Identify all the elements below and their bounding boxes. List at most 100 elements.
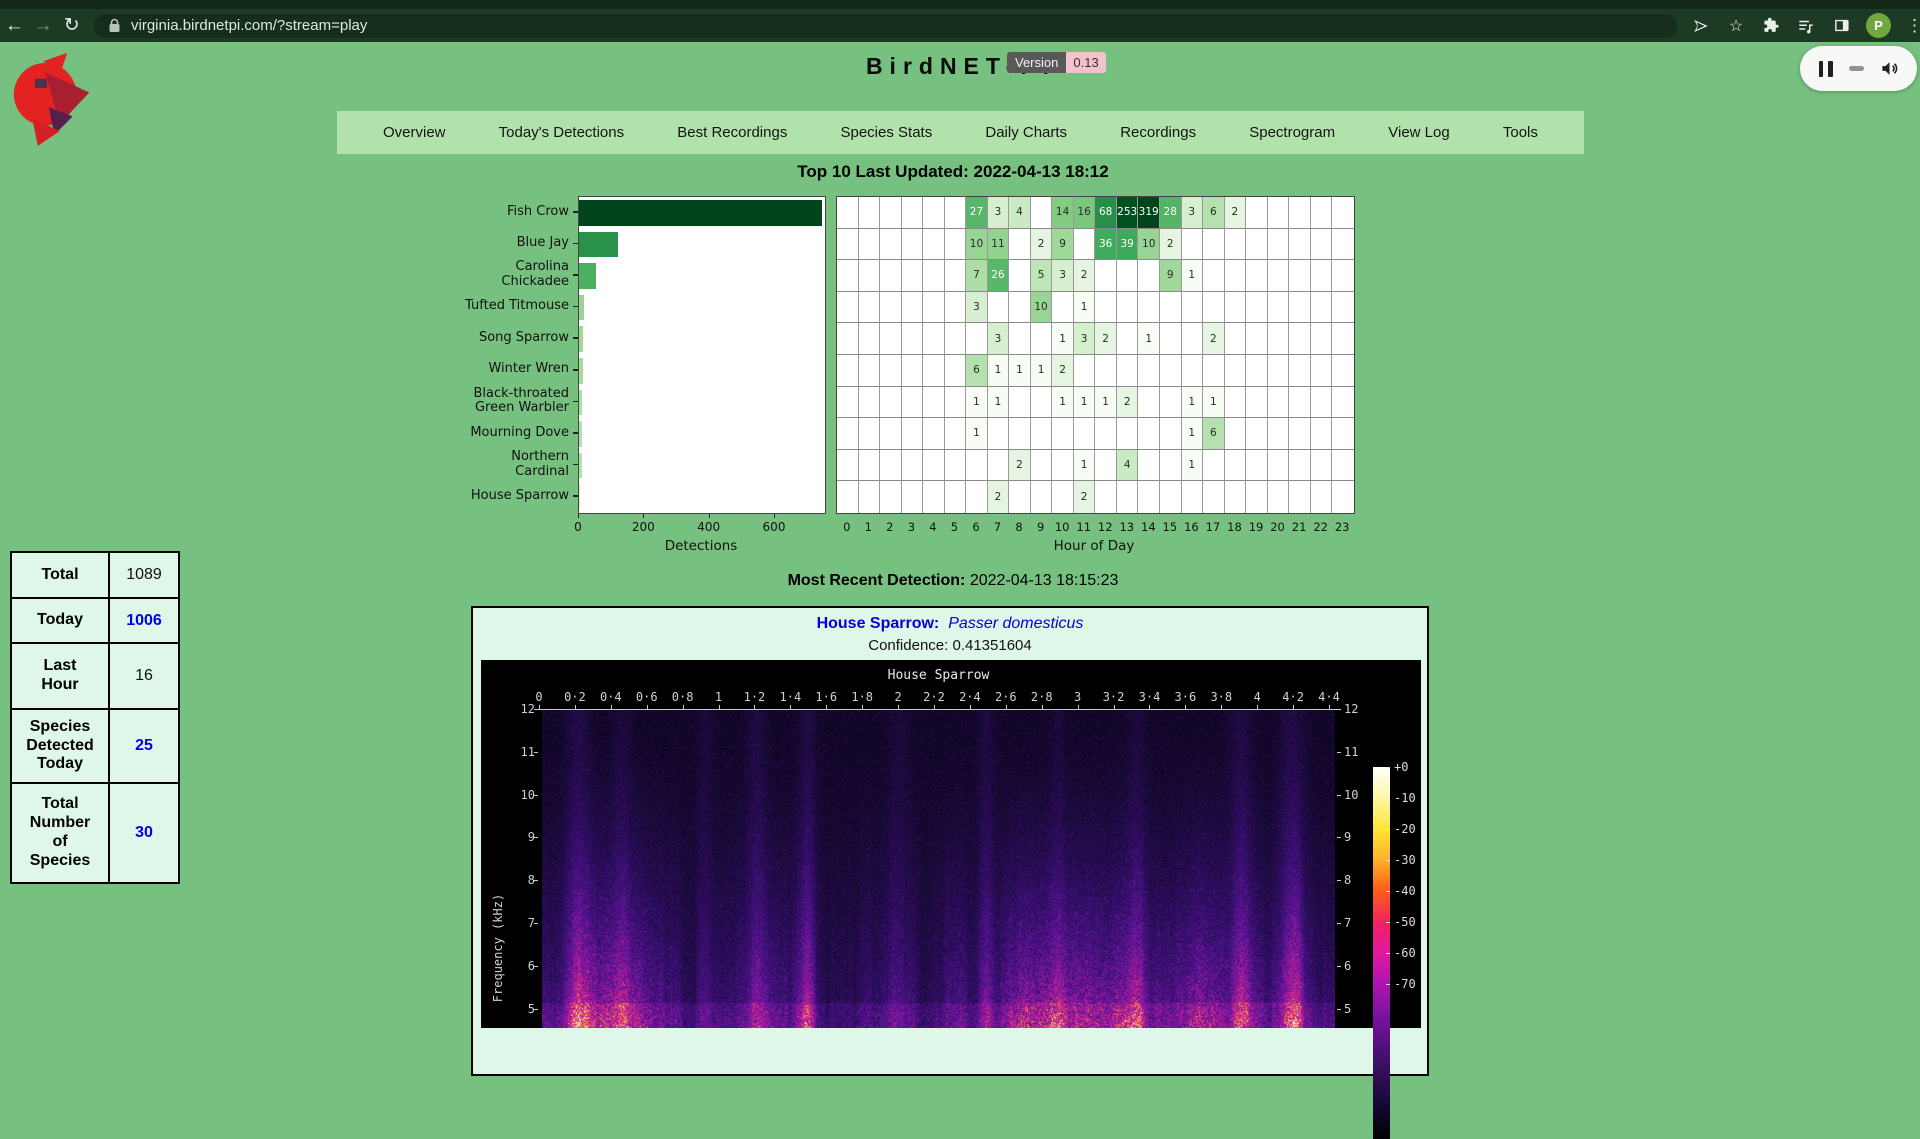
axis-tick	[1337, 1009, 1341, 1010]
heat-cell	[1009, 229, 1031, 260]
heat-cell	[1311, 260, 1333, 291]
nav-item-view-log[interactable]: View Log	[1388, 124, 1449, 141]
hour-axis-tick-label: 13	[1119, 520, 1134, 534]
axis-tick	[1337, 880, 1341, 881]
heat-cell	[1289, 323, 1311, 354]
nav-item-spectrogram[interactable]: Spectrogram	[1249, 124, 1335, 141]
heat-cell	[1268, 481, 1290, 513]
most-recent-label: Most Recent Detection:	[788, 572, 966, 589]
url-text: virginia.birdnetpi.com/?stream=play	[131, 17, 367, 34]
heat-cell	[837, 450, 859, 481]
heat-cell	[1311, 450, 1333, 481]
nav-item-species-stats[interactable]: Species Stats	[840, 124, 932, 141]
heat-cell: 27	[966, 197, 988, 228]
heat-cell	[1052, 481, 1074, 513]
time-tick-label: 2·2	[923, 690, 945, 704]
heat-cell	[1009, 323, 1031, 354]
heat-cell: 3	[966, 292, 988, 323]
heat-cell	[859, 323, 881, 354]
reload-button[interactable]: ↻	[57, 16, 86, 35]
stats-value[interactable]: 30	[109, 783, 179, 883]
db-tick-label: -70	[1394, 977, 1416, 991]
nav-item-recordings[interactable]: Recordings	[1120, 124, 1196, 141]
heat-cell	[923, 418, 945, 449]
heat-cell	[1009, 387, 1031, 418]
heat-cell	[880, 229, 902, 260]
heat-cell	[1160, 481, 1182, 513]
heat-cell	[1052, 292, 1074, 323]
send-icon[interactable]	[1691, 16, 1711, 36]
lock-icon	[108, 18, 121, 33]
spectrogram-image	[542, 710, 1335, 1028]
nav-item-daily-charts[interactable]: Daily Charts	[985, 124, 1067, 141]
detection-common-name[interactable]: House Sparrow:	[817, 615, 940, 632]
browser-chrome: ← → ↻ virginia.birdnetpi.com/?stream=pla…	[0, 0, 1920, 42]
heat-cell	[902, 481, 924, 513]
profile-avatar[interactable]: P	[1866, 13, 1891, 38]
chart-bar-plot	[578, 196, 826, 514]
heat-cell	[1246, 197, 1268, 228]
heat-cell: 2	[1117, 387, 1139, 418]
axis-tick	[534, 966, 538, 967]
nav-item-overview[interactable]: Overview	[383, 124, 446, 141]
nav-item-today-s-detections[interactable]: Today's Detections	[499, 124, 624, 141]
heat-cell	[1268, 197, 1290, 228]
heat-cell	[1031, 197, 1053, 228]
heat-cell	[966, 481, 988, 513]
heat-cell	[966, 323, 988, 354]
stats-value[interactable]: 25	[109, 709, 179, 783]
heat-cell	[902, 323, 924, 354]
bookmark-star-icon[interactable]: ☆	[1726, 16, 1746, 36]
hour-axis-tick-label: 12	[1098, 520, 1113, 534]
axis-tick	[1386, 860, 1390, 861]
browser-menu-icon[interactable]: ⋮	[1906, 16, 1920, 36]
heat-cell	[880, 197, 902, 228]
stats-value[interactable]: 1006	[109, 598, 179, 643]
heat-cell	[945, 355, 967, 386]
heat-cell	[1246, 323, 1268, 354]
heat-cell	[1332, 323, 1354, 354]
heat-cell: 253	[1117, 197, 1139, 228]
heat-cell	[988, 292, 1010, 323]
heat-cell	[1138, 481, 1160, 513]
media-controls-icon[interactable]	[1796, 16, 1816, 36]
heat-cell	[1160, 323, 1182, 354]
stats-row: Species Detected Today25	[11, 709, 179, 783]
heat-cell	[1052, 450, 1074, 481]
seek-handle[interactable]	[1849, 66, 1864, 71]
axis-tick	[1386, 798, 1390, 799]
heat-cell	[1160, 355, 1182, 386]
detection-header: House Sparrow: Passer domesticus	[473, 615, 1427, 633]
nav-item-tools[interactable]: Tools	[1503, 124, 1538, 141]
volume-icon[interactable]	[1880, 59, 1899, 78]
heat-cell	[1289, 418, 1311, 449]
pause-button[interactable]	[1819, 61, 1833, 77]
heat-cell	[1095, 260, 1117, 291]
top10-chart: Fish CrowBlue JayCarolina ChickadeeTufte…	[437, 196, 1353, 556]
profile-initial: P	[1874, 18, 1883, 33]
heat-cell	[923, 197, 945, 228]
species-label: Black-throated Green Warbler	[473, 387, 569, 416]
heat-cell	[923, 323, 945, 354]
heat-cell	[1009, 292, 1031, 323]
detection-scientific-name[interactable]: Passer domesticus	[948, 615, 1083, 632]
url-bar[interactable]: virginia.birdnetpi.com/?stream=play	[94, 14, 1677, 38]
hour-axis-tick-label: 7	[994, 520, 1001, 534]
heat-cell	[1160, 387, 1182, 418]
detection-confidence: Confidence: 0.41351604	[473, 637, 1427, 654]
nav-item-best-recordings[interactable]: Best Recordings	[677, 124, 787, 141]
forward-button[interactable]: →	[29, 16, 58, 35]
time-tick-label: 3·2	[1103, 690, 1125, 704]
hour-axis-tick-label: 20	[1270, 520, 1285, 534]
heat-cell	[1182, 229, 1204, 260]
heat-cell	[1268, 387, 1290, 418]
axis-tick	[774, 514, 775, 518]
back-button[interactable]: ←	[0, 16, 29, 35]
heat-cell: 36	[1095, 229, 1117, 260]
extensions-icon[interactable]	[1761, 16, 1781, 36]
freq-tick-label: 7	[1344, 916, 1370, 930]
heat-cell	[1203, 355, 1225, 386]
side-panel-icon[interactable]	[1831, 16, 1851, 36]
heat-cell	[859, 450, 881, 481]
heat-cell: 1	[1074, 387, 1096, 418]
